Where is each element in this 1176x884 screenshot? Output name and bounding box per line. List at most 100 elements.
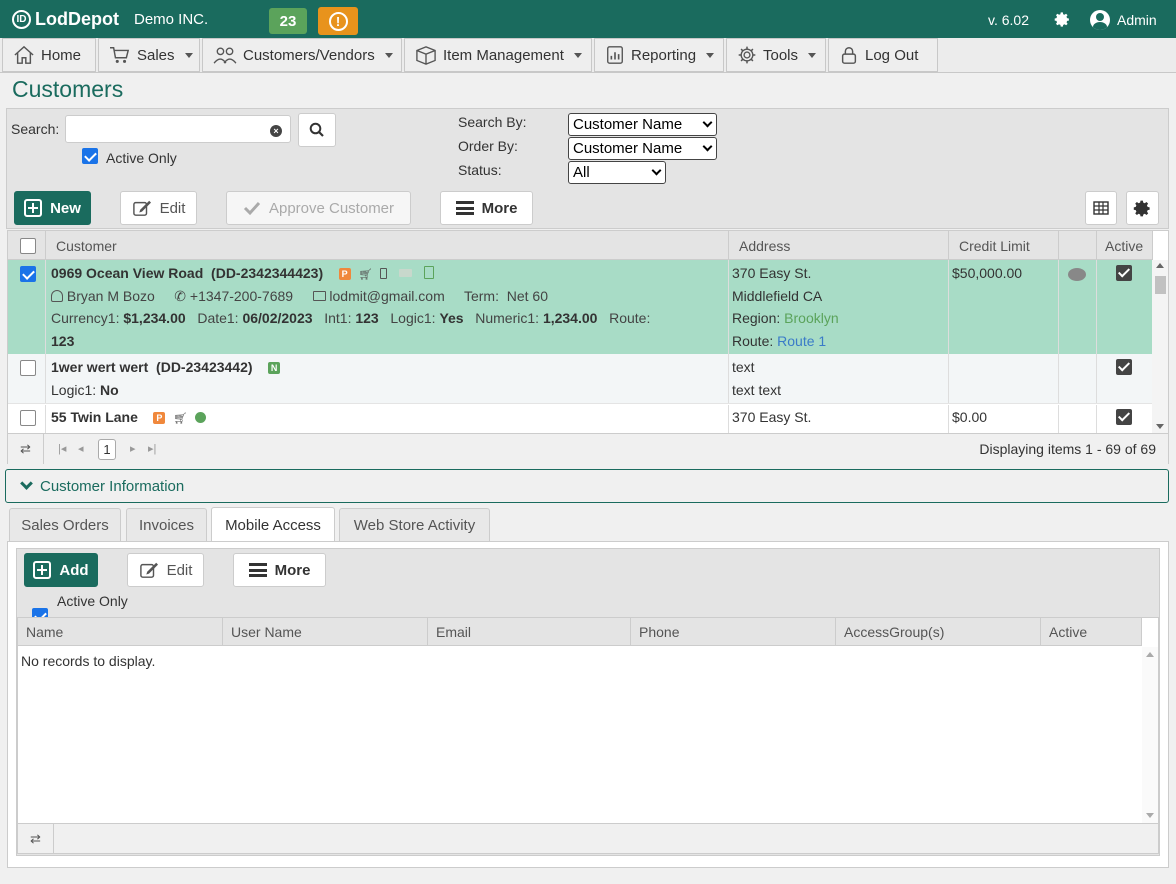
nav-customers-vendors[interactable]: Customers/Vendors [202, 38, 402, 72]
user-menu[interactable]: Admin [1090, 10, 1157, 30]
tab-invoices[interactable]: Invoices [126, 508, 207, 541]
report-icon [607, 46, 623, 64]
sub-grid-scrollbar[interactable] [1142, 647, 1158, 823]
address-cell: text text text [729, 354, 949, 403]
search-button[interactable] [298, 113, 336, 147]
columns-view-button[interactable] [1085, 191, 1117, 225]
refresh-icon[interactable]: ⇄ [18, 824, 54, 854]
customer-name[interactable]: 1wer wert wert [51, 359, 148, 375]
tab-mobile-access[interactable]: Mobile Access [211, 507, 335, 542]
next-page-icon[interactable]: ▸ [130, 442, 136, 455]
nav-tools[interactable]: Tools [726, 38, 826, 72]
contact-name: Bryan M Bozo [66, 288, 155, 304]
chevron-down-icon [384, 52, 393, 58]
col-access-groups[interactable]: AccessGroup(s) [836, 618, 1041, 646]
nav-log-out[interactable]: Log Out [828, 38, 938, 72]
card-icon [398, 269, 412, 277]
prev-page-icon[interactable]: ◂ [78, 442, 84, 455]
scroll-down-icon[interactable] [1146, 813, 1154, 818]
scroll-thumb[interactable] [1155, 276, 1166, 294]
first-page-icon[interactable]: |◂ [58, 442, 66, 455]
active-check [1116, 265, 1132, 281]
col-phone[interactable]: Phone [631, 618, 836, 646]
col-active[interactable]: Active [1041, 618, 1142, 646]
plus-icon [33, 561, 52, 579]
gear-icon [1133, 200, 1150, 216]
grid-settings-button[interactable] [1126, 191, 1159, 225]
comment-icon[interactable] [1068, 268, 1086, 281]
order-by-label: Order By: [458, 138, 518, 154]
search-input[interactable] [65, 115, 291, 143]
col-active[interactable]: Active [1097, 231, 1153, 260]
more-access-button[interactable]: More [233, 553, 326, 587]
region-link[interactable]: Brooklyn [784, 310, 838, 326]
table-row[interactable]: 55 Twin Lane P 🛒︎ 370 Easy St. $0.00 [8, 405, 1153, 433]
refresh-icon[interactable]: ⇄ [8, 434, 44, 464]
scroll-up-icon[interactable] [1156, 263, 1164, 268]
row-checkbox[interactable] [20, 360, 36, 376]
approve-customer-button[interactable]: Approve Customer [226, 191, 411, 225]
route-link[interactable]: Route 1 [777, 333, 826, 349]
current-page[interactable]: 1 [98, 439, 116, 460]
sub-grid-pager: ⇄ [18, 823, 1158, 854]
col-address[interactable]: Address [729, 231, 949, 260]
customer-information-toggle[interactable]: Customer Information [5, 469, 1169, 503]
clear-search-icon[interactable]: × [270, 125, 282, 137]
row-checkbox[interactable] [20, 266, 36, 282]
contact-email[interactable]: lodmit@gmail.com [329, 288, 444, 304]
status-select[interactable]: All [568, 161, 666, 184]
col-credit-limit[interactable]: Credit Limit [949, 231, 1059, 260]
settings-gear-icon[interactable] [1054, 11, 1071, 31]
notification-count-badge[interactable]: 23 [269, 8, 307, 34]
table-row[interactable]: 0969 Ocean View Road (DD-2342344423) P 🛒… [8, 260, 1153, 354]
customer-code: (DD-2342344423) [211, 265, 324, 281]
edit-access-button[interactable]: Edit [127, 553, 204, 587]
chevron-down-icon [651, 165, 662, 176]
nav-item-management[interactable]: Item Management [404, 38, 592, 72]
chevron-down-icon [702, 141, 713, 152]
nav-reporting[interactable]: Reporting [594, 38, 724, 72]
order-by-select[interactable]: Customer Name [568, 137, 717, 160]
col-name[interactable]: Name [18, 618, 223, 646]
table-row[interactable]: 1wer wert wert (DD-23423442) N Logic1: N… [8, 354, 1153, 404]
customers-grid: Customer Address Credit Limit Active 096… [7, 230, 1169, 464]
contact-phone: +1347-200-7689 [189, 288, 294, 304]
customer-name[interactable]: 55 Twin Lane [51, 409, 138, 425]
empty-message: No records to display. [21, 653, 156, 669]
last-page-icon[interactable]: ▸| [148, 442, 156, 455]
logo-text: LodDepot [35, 9, 119, 29]
col-email[interactable]: Email [428, 618, 631, 646]
cart-icon: 🛒︎ [173, 413, 188, 425]
status-label: Status: [458, 162, 502, 178]
scroll-up-icon[interactable] [1146, 652, 1154, 657]
chevron-down-icon [808, 52, 817, 58]
sub-grid-header: Name User Name Email Phone AccessGroup(s… [18, 618, 1142, 646]
search-by-select[interactable]: Customer Name [568, 113, 717, 136]
users-icon [213, 47, 237, 64]
warning-button[interactable]: ! [318, 7, 358, 35]
active-only-checkbox[interactable] [82, 148, 98, 164]
col-customer[interactable]: Customer [46, 231, 729, 260]
chevron-down-icon [184, 52, 193, 58]
tab-web-store-activity[interactable]: Web Store Activity [339, 508, 490, 541]
logic1-value: Yes [439, 310, 464, 326]
row-checkbox[interactable] [20, 410, 36, 426]
term-value: Net 60 [506, 288, 548, 304]
scroll-down-icon[interactable] [1156, 424, 1164, 429]
home-icon [14, 45, 34, 64]
customer-name[interactable]: 0969 Ocean View Road [51, 265, 203, 281]
nav-home[interactable]: Home [2, 38, 96, 72]
add-access-button[interactable]: Add [24, 553, 98, 587]
grid-scrollbar[interactable] [1152, 260, 1168, 433]
nav-sales[interactable]: Sales [98, 38, 200, 72]
select-all-checkbox[interactable] [20, 237, 36, 254]
logo[interactable]: ID LodDepot [12, 9, 119, 30]
col-user-name[interactable]: User Name [223, 618, 428, 646]
more-button[interactable]: More [440, 191, 533, 225]
priority-tag: P [153, 412, 166, 424]
tab-sales-orders[interactable]: Sales Orders [9, 508, 121, 541]
edit-customer-button[interactable]: Edit [120, 191, 197, 225]
new-customer-button[interactable]: New [14, 191, 91, 225]
logic1-value: No [100, 382, 119, 398]
logo-mark-icon: ID [12, 10, 31, 29]
